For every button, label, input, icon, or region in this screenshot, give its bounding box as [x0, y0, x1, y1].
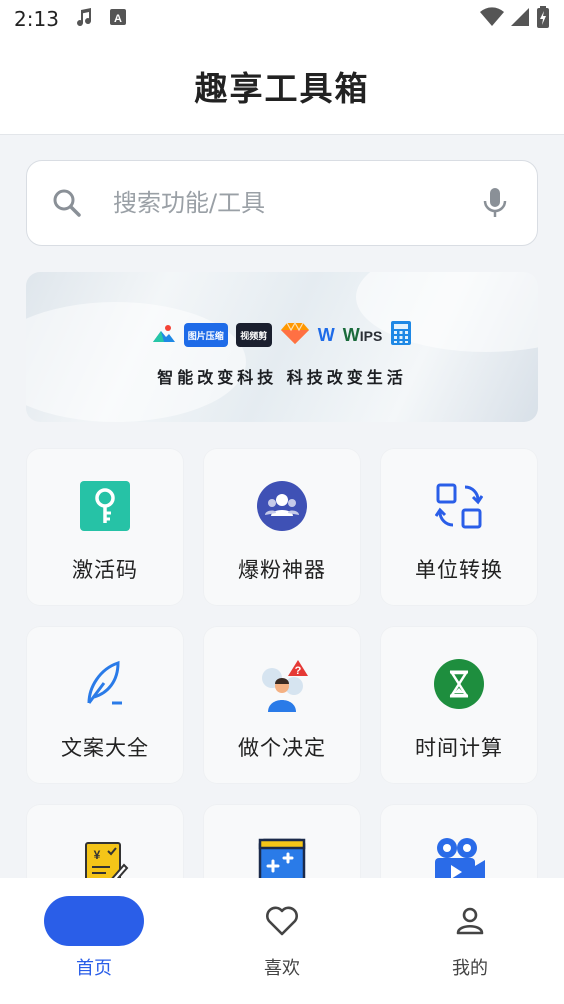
- profile-icon[interactable]: [445, 896, 495, 946]
- calculator-icon: [390, 320, 412, 350]
- diamond-icon: [280, 321, 310, 349]
- tool-card-copywriting[interactable]: 文案大全: [26, 626, 184, 784]
- microphone-icon[interactable]: [475, 183, 515, 223]
- video-app-logo: 视频剪: [235, 323, 272, 347]
- tool-label: 文案大全: [61, 736, 149, 760]
- app-header: 趣享工具箱: [0, 38, 564, 135]
- thinking-person-icon: ?: [254, 656, 310, 712]
- page-title: 趣享工具箱: [194, 69, 370, 108]
- convert-icon: [431, 478, 487, 534]
- svg-text:A: A: [114, 13, 122, 25]
- search-input[interactable]: [111, 188, 475, 218]
- image-compress-logo: 图片压缩: [183, 323, 228, 347]
- wps-logo: W: [317, 324, 335, 345]
- tool-label: 做个决定: [238, 736, 326, 760]
- tool-card-activation-code[interactable]: 激活码: [26, 448, 184, 606]
- nav-label-profile: 我的: [452, 958, 488, 979]
- tool-card-unit-convert[interactable]: 单位转换: [380, 448, 538, 606]
- svg-text:¥: ¥: [94, 848, 101, 862]
- nav-label-home: 首页: [76, 958, 112, 979]
- bottom-nav: 首页 喜欢 我的: [0, 878, 564, 1004]
- nav-home[interactable]: 首页: [24, 878, 164, 980]
- font-notification-icon: A: [109, 7, 127, 31]
- battery-icon: [536, 5, 550, 33]
- tool-card-time-calc[interactable]: 时间计算: [380, 626, 538, 784]
- nav-label-favorites: 喜欢: [264, 958, 300, 979]
- feather-pen-icon: [77, 656, 133, 712]
- wps-ips-logo: WIPS: [343, 325, 383, 346]
- group-icon: [254, 478, 310, 534]
- promo-banner[interactable]: 图片压缩 视频剪 W WIPS 智能改变科技 科技改变生活: [26, 272, 538, 422]
- nav-favorites[interactable]: 喜欢: [212, 878, 352, 980]
- tool-card-calculator[interactable]: [203, 804, 361, 888]
- tool-label: 爆粉神器: [238, 558, 326, 582]
- tools-grid: 激活码 爆粉神器 单位转换 文案大全 ? 做个决定 时间计算 ¥: [26, 448, 538, 888]
- tool-label: 单位转换: [415, 558, 503, 582]
- wps-letter: W: [342, 324, 360, 345]
- signal-icon: [510, 7, 530, 32]
- nav-profile[interactable]: 我的: [400, 878, 540, 980]
- search-icon[interactable]: [47, 183, 87, 223]
- heart-icon[interactable]: [257, 896, 307, 946]
- tool-card-fan-booster[interactable]: 爆粉神器: [203, 448, 361, 606]
- search-bar[interactable]: [26, 160, 538, 246]
- tool-card-invoice[interactable]: ¥: [26, 804, 184, 888]
- banner-slogan: 智能改变科技 科技改变生活: [157, 368, 407, 387]
- tool-label: 激活码: [72, 558, 138, 582]
- tool-card-make-decision[interactable]: ? 做个决定: [203, 626, 361, 784]
- tool-card-video[interactable]: [380, 804, 538, 888]
- status-time: 2:13: [14, 7, 59, 31]
- ips-text: IPS: [359, 327, 383, 344]
- key-icon: [77, 478, 133, 534]
- wifi-icon: [480, 6, 504, 32]
- music-note-icon: [73, 6, 95, 33]
- tool-label: 时间计算: [415, 736, 503, 760]
- hourglass-icon: [431, 656, 487, 712]
- status-bar: 2:13 A: [0, 0, 564, 38]
- svg-text:?: ?: [295, 665, 302, 677]
- photo-app-icon: [152, 322, 176, 348]
- banner-app-logos: 图片压缩 视频剪 W WIPS: [26, 320, 538, 350]
- home-icon[interactable]: [44, 896, 144, 946]
